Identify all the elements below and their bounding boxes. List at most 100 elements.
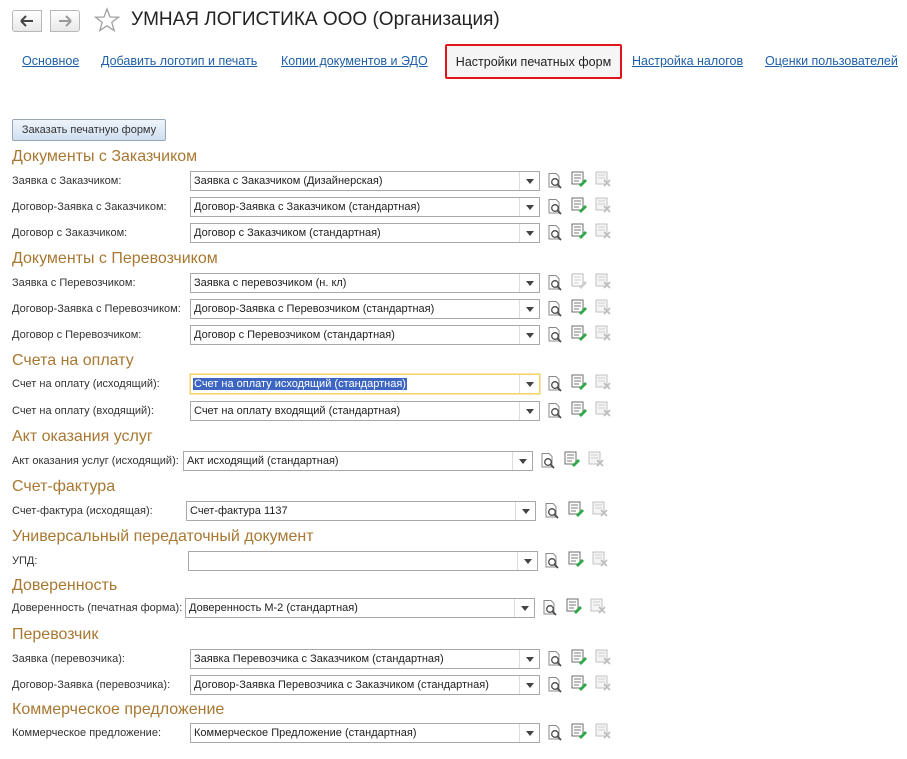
- print-form-value[interactable]: Заявка с перевозчиком (н. кл): [194, 277, 346, 289]
- delete-icon: [591, 500, 609, 518]
- chevron-down-icon[interactable]: [519, 326, 539, 344]
- section-customer-docs: Документы с Заказчиком: [12, 148, 198, 165]
- preview-icon[interactable]: [539, 452, 557, 470]
- chevron-down-icon[interactable]: [512, 452, 532, 470]
- preview-icon[interactable]: [546, 326, 564, 344]
- delete-icon: [594, 170, 612, 188]
- edit-icon[interactable]: [565, 597, 583, 615]
- print-form-select[interactable]: Счет на оплату входящий (стандартная): [190, 401, 540, 421]
- chevron-down-icon[interactable]: [515, 502, 535, 520]
- forward-button[interactable]: [50, 10, 80, 32]
- field-label: Счет на оплату (входящий):: [12, 405, 154, 417]
- print-form-value[interactable]: Заявка с Заказчиком (Дизайнерская): [194, 175, 383, 187]
- chevron-down-icon[interactable]: [517, 552, 537, 570]
- print-form-select[interactable]: Коммерческое Предложение (стандартная): [190, 723, 540, 743]
- preview-icon[interactable]: [546, 676, 564, 694]
- edit-icon[interactable]: [570, 373, 588, 391]
- edit-icon[interactable]: [570, 196, 588, 214]
- print-form-select[interactable]: Заявка с перевозчиком (н. кл): [190, 273, 540, 293]
- tab-copies-edo[interactable]: Копии документов и ЭДО: [281, 54, 428, 68]
- print-form-select[interactable]: Счет-фактура 1137: [186, 501, 536, 521]
- order-print-form-button[interactable]: Заказать печатную форму: [12, 119, 166, 141]
- chevron-down-icon[interactable]: [519, 224, 539, 242]
- tab-print-forms-settings[interactable]: Настройки печатных форм: [445, 44, 622, 79]
- print-form-value[interactable]: Счет-фактура 1137: [190, 505, 288, 517]
- print-form-value[interactable]: Договор-Заявка Перевозчика с Заказчиком …: [194, 679, 489, 691]
- delete-icon: [594, 222, 612, 240]
- print-form-value[interactable]: Договор-Заявка с Перевозчиком (стандартн…: [194, 303, 434, 315]
- field-label: Коммерческое предложение:: [12, 727, 161, 739]
- print-form-value[interactable]: Счет на оплату исходящий (стандартная): [193, 378, 407, 390]
- preview-icon[interactable]: [546, 198, 564, 216]
- chevron-down-icon[interactable]: [519, 300, 539, 318]
- print-form-value[interactable]: Доверенность М-2 (стандартная): [189, 602, 358, 614]
- print-form-select[interactable]: Доверенность М-2 (стандартная): [185, 598, 535, 618]
- chevron-down-icon[interactable]: [519, 172, 539, 190]
- field-label: Договор-Заявка (перевозчика):: [12, 679, 171, 691]
- field-label: Договор с Заказчиком:: [12, 227, 128, 239]
- print-form-select[interactable]: Договор-Заявка с Перевозчиком (стандартн…: [190, 299, 540, 319]
- print-form-value[interactable]: Акт исходящий (стандартная): [187, 455, 339, 467]
- preview-icon[interactable]: [541, 599, 559, 617]
- print-form-select[interactable]: Акт исходящий (стандартная): [183, 451, 533, 471]
- chevron-down-icon[interactable]: [519, 198, 539, 216]
- preview-icon[interactable]: [543, 552, 561, 570]
- edit-icon[interactable]: [570, 324, 588, 342]
- preview-icon[interactable]: [546, 172, 564, 190]
- print-form-select[interactable]: Договор-Заявка Перевозчика с Заказчиком …: [190, 675, 540, 695]
- section-service-act: Акт оказания услуг: [12, 428, 153, 445]
- print-form-select[interactable]: Счет на оплату исходящий (стандартная): [190, 374, 540, 394]
- chevron-down-icon[interactable]: [514, 599, 534, 617]
- print-form-value[interactable]: Счет на оплату входящий (стандартная): [194, 405, 400, 417]
- print-form-value[interactable]: Договор с Заказчиком (стандартная): [194, 227, 381, 239]
- edit-icon[interactable]: [570, 648, 588, 666]
- preview-icon[interactable]: [546, 224, 564, 242]
- tab-logo-stamp[interactable]: Добавить логотип и печать: [101, 54, 257, 68]
- edit-icon[interactable]: [570, 674, 588, 692]
- preview-icon[interactable]: [546, 724, 564, 742]
- print-form-value[interactable]: Заявка Перевозчика с Заказчиком (стандар…: [194, 653, 444, 665]
- print-form-select[interactable]: Договор-Заявка с Заказчиком (стандартная…: [190, 197, 540, 217]
- field-label: УПД:: [12, 555, 38, 567]
- favorite-star-icon[interactable]: [93, 7, 121, 36]
- edit-icon[interactable]: [570, 400, 588, 418]
- chevron-down-icon[interactable]: [519, 676, 539, 694]
- print-form-select[interactable]: Договор с Заказчиком (стандартная): [190, 223, 540, 243]
- chevron-down-icon[interactable]: [519, 375, 539, 393]
- preview-icon[interactable]: [546, 402, 564, 420]
- back-button[interactable]: [12, 10, 42, 32]
- print-form-value[interactable]: Договор с Перевозчиком (стандартная): [194, 329, 395, 341]
- delete-icon: [587, 450, 605, 468]
- edit-icon[interactable]: [570, 222, 588, 240]
- chevron-down-icon[interactable]: [519, 724, 539, 742]
- edit-icon[interactable]: [563, 450, 581, 468]
- preview-icon[interactable]: [543, 502, 561, 520]
- edit-icon[interactable]: [567, 500, 585, 518]
- preview-icon[interactable]: [546, 375, 564, 393]
- tab-user-ratings[interactable]: Оценки пользователей: [765, 54, 898, 68]
- chevron-down-icon[interactable]: [519, 402, 539, 420]
- tab-tax-settings[interactable]: Настройка налогов: [632, 54, 743, 68]
- print-form-select[interactable]: [188, 551, 538, 571]
- field-label: Акт оказания услуг (исходящий):: [12, 455, 179, 467]
- chevron-down-icon[interactable]: [519, 650, 539, 668]
- preview-icon[interactable]: [546, 274, 564, 292]
- preview-icon[interactable]: [546, 650, 564, 668]
- print-form-value[interactable]: Договор-Заявка с Заказчиком (стандартная…: [194, 201, 420, 213]
- tab-main[interactable]: Основное: [22, 54, 79, 68]
- edit-icon[interactable]: [570, 722, 588, 740]
- preview-icon[interactable]: [546, 300, 564, 318]
- chevron-down-icon[interactable]: [519, 274, 539, 292]
- print-form-select[interactable]: Договор с Перевозчиком (стандартная): [190, 325, 540, 345]
- print-form-select[interactable]: Заявка Перевозчика с Заказчиком (стандар…: [190, 649, 540, 669]
- arrow-right-icon: [59, 15, 72, 27]
- edit-icon[interactable]: [570, 298, 588, 316]
- edit-icon[interactable]: [567, 550, 585, 568]
- delete-icon: [594, 298, 612, 316]
- print-form-value[interactable]: Коммерческое Предложение (стандартная): [194, 727, 416, 739]
- edit-icon[interactable]: [570, 170, 588, 188]
- arrow-left-icon: [20, 15, 33, 27]
- section-commercial-offer: Коммерческое предложение: [12, 701, 225, 718]
- print-form-select[interactable]: Заявка с Заказчиком (Дизайнерская): [190, 171, 540, 191]
- section-upd: Универсальный передаточный документ: [12, 528, 314, 545]
